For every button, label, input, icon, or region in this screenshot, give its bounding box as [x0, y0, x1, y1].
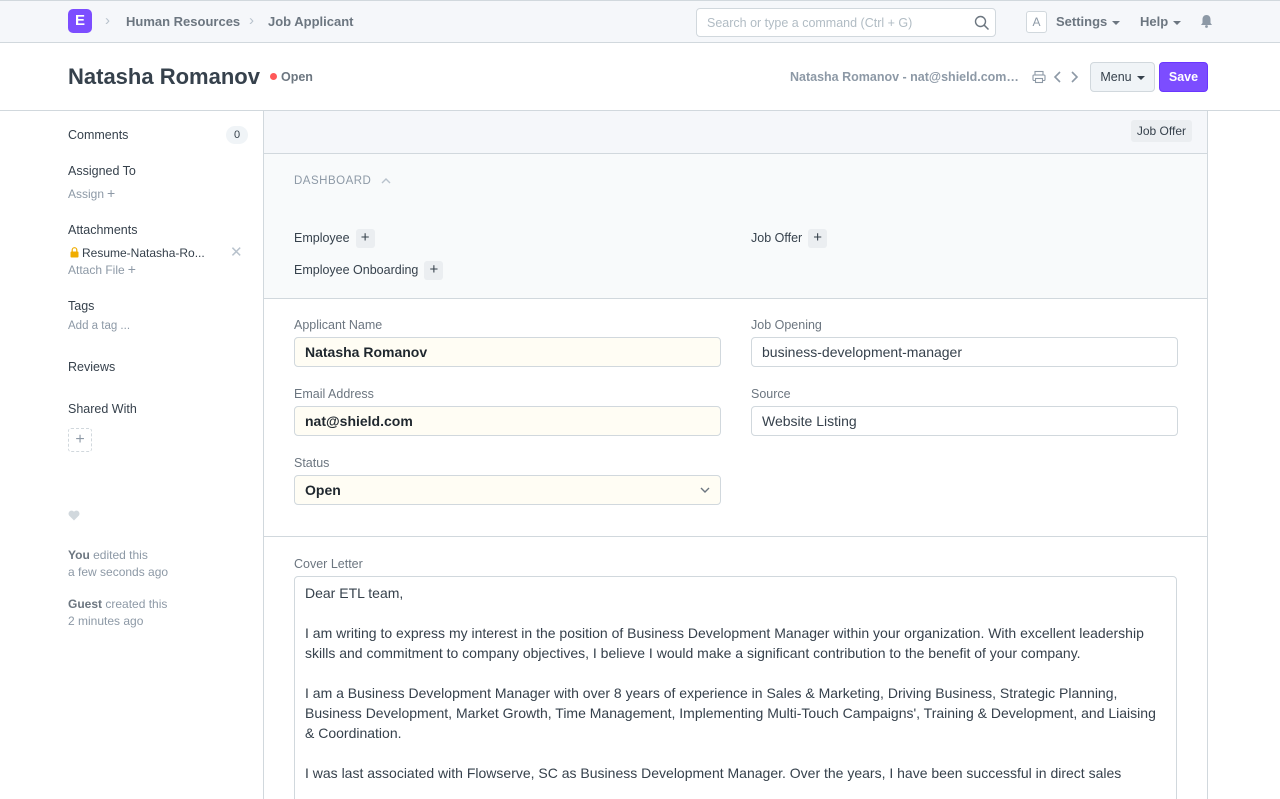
applicant-name-label: Applicant Name — [294, 318, 383, 332]
applicant-name-field[interactable]: Natasha Romanov — [294, 337, 721, 367]
remove-attachment-icon[interactable]: ✕ — [230, 245, 243, 261]
timeline-actor: Guest — [68, 597, 103, 611]
app-logo[interactable]: E — [68, 9, 92, 33]
caret-down-icon — [1173, 20, 1182, 25]
connection-label: Job Offer — [751, 230, 803, 245]
timeline-action: created this — [105, 597, 168, 611]
applicant-details-section: Applicant Name Natasha Romanov Job Openi… — [264, 299, 1207, 537]
job-opening-label: Job Opening — [751, 318, 822, 332]
status-select[interactable]: Open — [294, 475, 721, 505]
timeline-time: 2 minutes ago — [68, 614, 144, 628]
status-indicator: Open — [281, 70, 313, 84]
breadcrumb-job-applicant[interactable]: Job Applicant — [268, 14, 353, 30]
notification-bell-icon[interactable] — [1200, 14, 1213, 28]
page-title: Natasha Romanov — [68, 64, 260, 89]
cover-letter-paragraph: Dear ETL team, — [305, 585, 404, 601]
cover-letter-paragraph: I was last associated with Flowserve, SC… — [305, 765, 1122, 781]
chevron-right-icon: › — [249, 12, 254, 29]
timeline-entry-created: Guest created this — [68, 596, 167, 612]
timeline-action: edited this — [93, 548, 148, 562]
timeline-time: a few seconds ago — [68, 565, 169, 579]
previous-record-icon[interactable] — [1051, 70, 1065, 84]
add-share-button[interactable]: + — [68, 428, 92, 452]
attachments-heading: Attachments — [68, 223, 138, 237]
user-avatar[interactable]: A — [1026, 11, 1047, 33]
caret-down-icon — [1136, 75, 1145, 80]
job-offer-button[interactable]: Job Offer — [1130, 120, 1192, 142]
settings-label: Settings — [1056, 14, 1108, 29]
connection-label: Employee — [294, 230, 350, 245]
timeline-entry-edited: You edited this — [68, 547, 148, 563]
email-address-field[interactable]: nat@shield.com — [294, 406, 721, 436]
plus-icon: + — [107, 185, 116, 201]
tags-heading: Tags — [68, 299, 95, 313]
job-opening-field[interactable]: business-development-manager — [751, 337, 1178, 367]
connection-employee-onboarding[interactable]: Employee Onboarding + — [294, 261, 444, 280]
search-input[interactable] — [697, 9, 957, 36]
cover-letter-paragraph: I am a Business Development Manager with… — [305, 685, 1156, 741]
like-heart-icon[interactable] — [68, 510, 80, 521]
attach-file-link[interactable]: Attach File + — [68, 262, 136, 278]
assign-link[interactable]: Assign + — [68, 186, 115, 202]
comments-count-badge: 0 — [226, 126, 248, 144]
connection-job-offer[interactable]: Job Offer + — [751, 229, 828, 248]
cover-letter-label: Cover Letter — [294, 557, 363, 571]
document-title: Natasha Romanov - nat@shield.com -... — [790, 70, 1020, 84]
navbar: E › Human Resources › Job Applicant A Se… — [0, 0, 1280, 43]
page-head: Natasha Romanov Open Natasha Romanov - n… — [0, 43, 1280, 111]
cover-letter-paragraph: I am writing to express my interest in t… — [305, 625, 1144, 661]
cover-letter-textarea[interactable]: Dear ETL team, I am writing to express m… — [294, 576, 1177, 799]
chevron-up-icon[interactable] — [381, 177, 391, 184]
menu-button[interactable]: Menu — [1090, 62, 1155, 92]
connection-label: Employee Onboarding — [294, 262, 419, 277]
add-tag-input[interactable]: Add a tag ... — [68, 318, 130, 334]
assigned-to-heading: Assigned To — [68, 164, 136, 178]
status-label: Status — [294, 456, 330, 470]
help-dropdown[interactable]: Help — [1140, 14, 1182, 30]
source-label: Source — [751, 387, 791, 401]
shared-with-heading: Shared With — [68, 402, 137, 416]
reviews-heading: Reviews — [68, 360, 116, 374]
search-bar — [696, 8, 996, 37]
attachment-item[interactable]: Resume-Natasha-Ro... — [70, 245, 205, 261]
connection-employee[interactable]: Employee + — [294, 229, 375, 248]
status-indicator-dot — [270, 73, 277, 80]
attachment-filename: Resume-Natasha-Ro... — [82, 246, 205, 260]
dashboard-heading[interactable]: DASHBOARD — [294, 174, 371, 188]
help-label: Help — [1140, 14, 1169, 29]
plus-icon: + — [127, 261, 136, 277]
next-record-icon[interactable] — [1067, 70, 1081, 84]
add-employee-button[interactable]: + — [355, 229, 375, 248]
attach-file-label: Attach File — [68, 263, 125, 277]
source-field[interactable]: Website Listing — [751, 406, 1178, 436]
form-message-strip: Job Offer — [264, 111, 1207, 154]
status-select-value: Open — [305, 482, 341, 498]
settings-dropdown[interactable]: Settings — [1056, 14, 1121, 30]
assign-label: Assign — [68, 187, 105, 201]
form-main: Job Offer DASHBOARD Employee + Job Offer +… — [263, 111, 1208, 799]
save-button[interactable]: Save — [1159, 62, 1208, 92]
lock-icon — [70, 247, 79, 258]
timeline-actor: You — [68, 548, 90, 562]
menu-button-label: Menu — [1100, 70, 1132, 84]
search-icon[interactable] — [974, 15, 990, 31]
email-address-label: Email Address — [294, 387, 374, 401]
chevron-down-icon — [700, 487, 710, 493]
caret-down-icon — [1112, 20, 1121, 25]
add-job-offer-button[interactable]: + — [808, 229, 828, 248]
comments-label[interactable]: Comments — [68, 127, 128, 143]
form-dashboard: DASHBOARD Employee + Job Offer + Employee … — [264, 154, 1207, 299]
breadcrumb-human-resources[interactable]: Human Resources — [126, 14, 240, 30]
add-employee-onboarding-button[interactable]: + — [424, 261, 444, 280]
chevron-right-icon: › — [105, 12, 110, 29]
print-icon[interactable] — [1032, 70, 1046, 84]
